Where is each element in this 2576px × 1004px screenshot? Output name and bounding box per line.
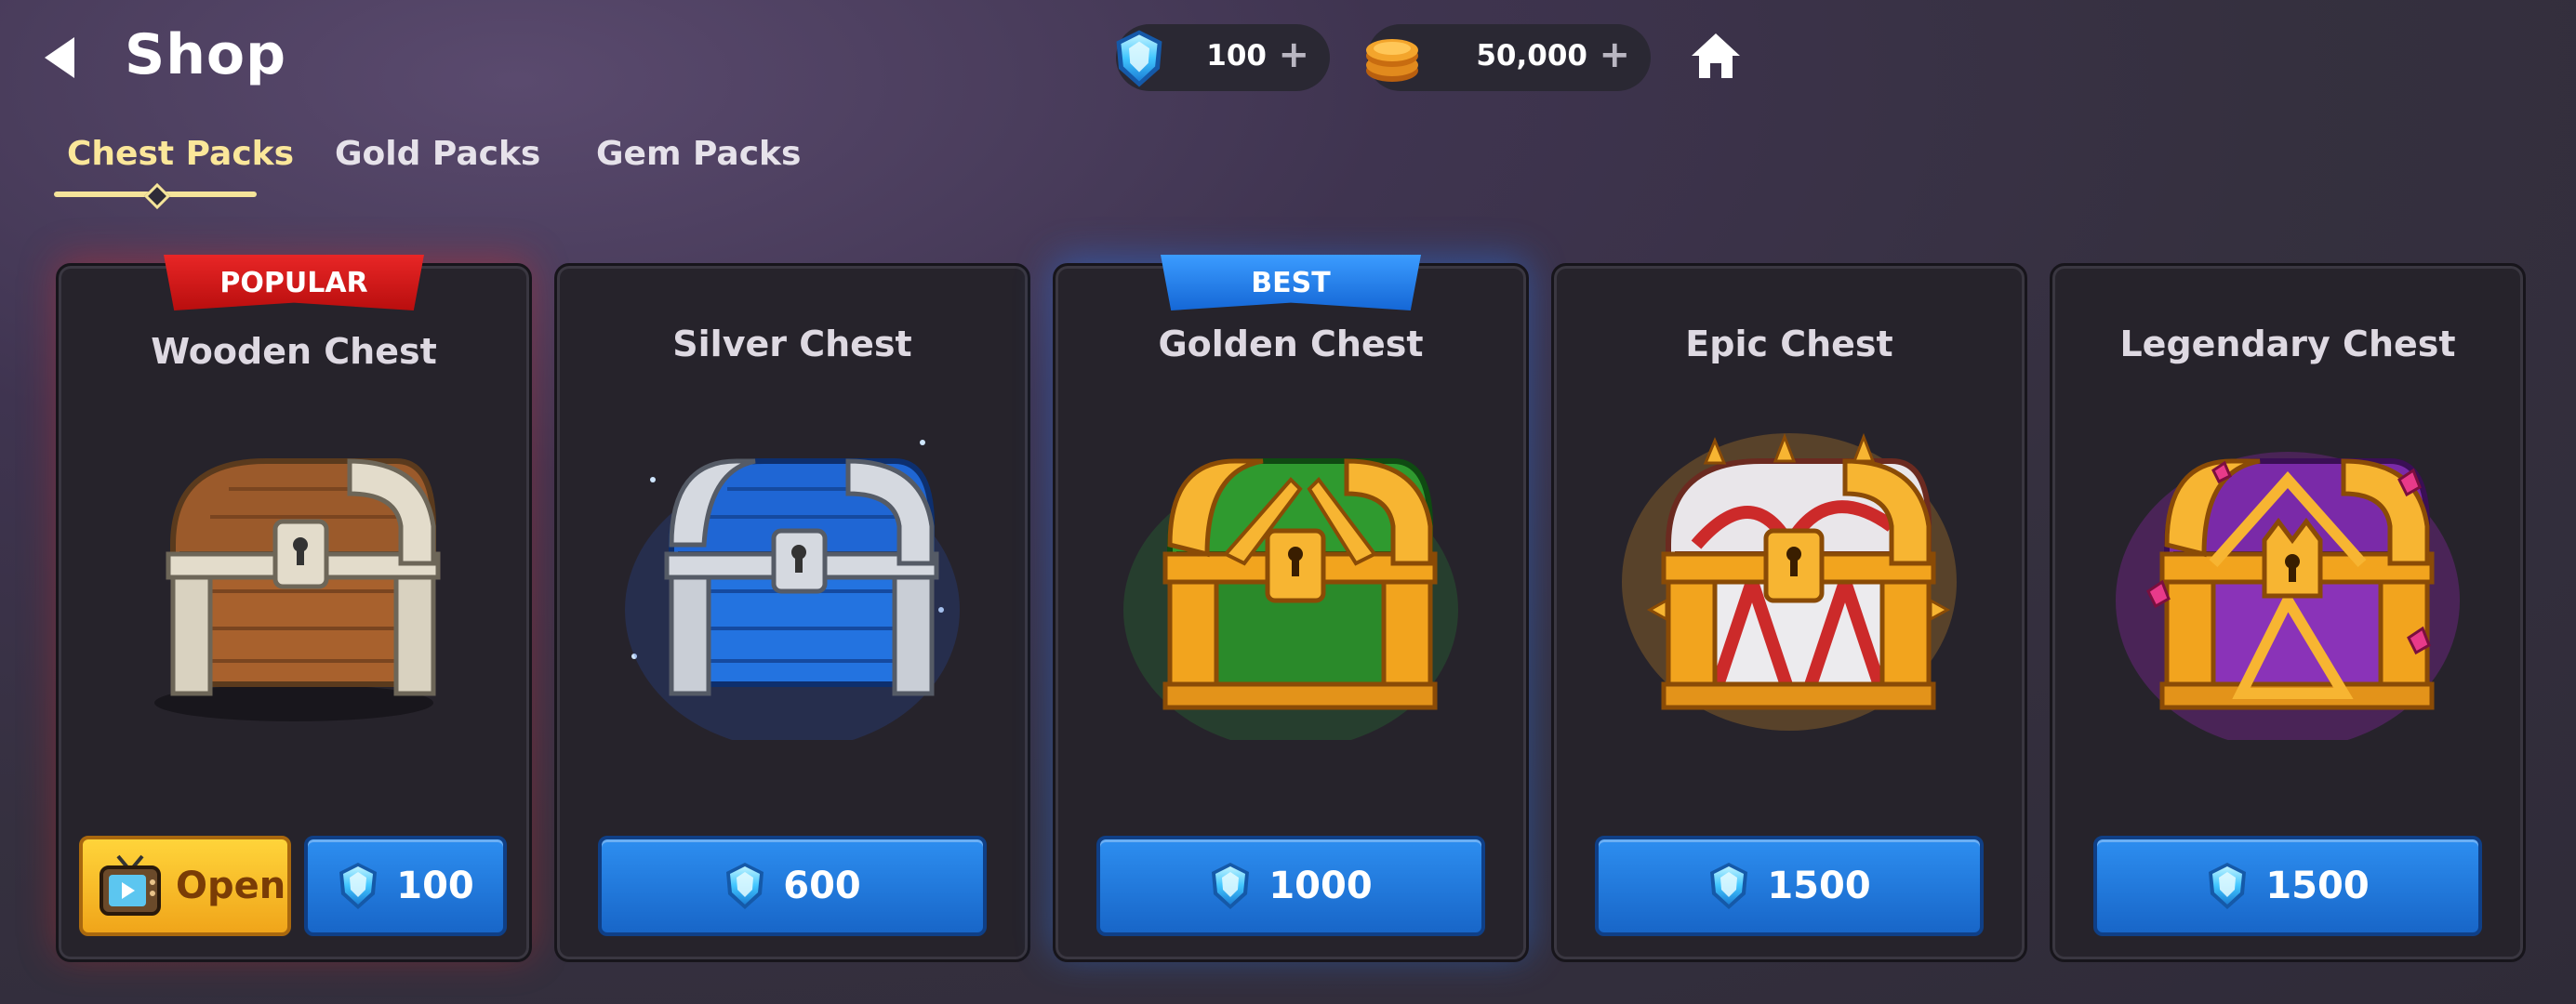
gold-amount: 50,000 — [1476, 39, 1587, 73]
buy-button-legendary[interactable]: 1500 — [2093, 836, 2482, 936]
gem-icon — [337, 861, 379, 911]
wooden-chest-icon — [154, 458, 441, 721]
gem-amount: 100 — [1206, 39, 1267, 73]
best-ribbon: BEST — [1161, 255, 1421, 310]
chest-card-legendary[interactable]: Legendary Chest 1500 — [2050, 263, 2526, 962]
gem-icon — [2206, 861, 2249, 911]
price: 1000 — [1268, 865, 1373, 907]
chest-card-silver[interactable]: Silver Chest 600 — [554, 263, 1030, 962]
top-bar: Shop 100 + 50,000 + — [0, 0, 2576, 121]
buy-button-silver[interactable]: 600 — [598, 836, 987, 936]
price: 1500 — [2265, 865, 2370, 907]
add-gems-button[interactable]: + — [1278, 33, 1309, 76]
active-tab-diamond — [143, 182, 171, 210]
price: 600 — [783, 865, 861, 907]
chest-name: Wooden Chest — [151, 331, 437, 372]
chest-name: Golden Chest — [1158, 324, 1424, 364]
page-title: Shop — [125, 22, 287, 87]
gem-icon — [1209, 861, 1252, 911]
chest-name: Silver Chest — [672, 324, 912, 364]
chest-name: Legendary Chest — [2119, 324, 2456, 364]
gem-icon — [724, 861, 766, 911]
chest-card-epic[interactable]: Epic Chest 1500 — [1551, 263, 2027, 962]
tab-gem-packs[interactable]: Gem Packs — [596, 135, 801, 173]
buy-button-epic[interactable]: 1500 — [1595, 836, 1984, 936]
tv-ad-icon — [100, 854, 161, 916]
chest-name: Epic Chest — [1685, 324, 1893, 364]
tab-chest-packs[interactable]: Chest Packs — [67, 135, 294, 173]
buy-button-wooden[interactable]: 100 — [304, 836, 507, 936]
back-arrow-icon[interactable] — [37, 33, 84, 82]
epic-chest-icon — [1622, 432, 1957, 731]
home-icon[interactable] — [1688, 28, 1744, 84]
tab-gold-packs[interactable]: Gold Packs — [335, 135, 540, 173]
buy-button-golden[interactable]: 1000 — [1096, 836, 1485, 936]
gold-coin-icon — [1366, 39, 1418, 82]
open-with-ad-button[interactable]: Open — [79, 836, 291, 936]
golden-chest-icon — [1123, 458, 1458, 740]
chest-card-golden[interactable]: BEST Golden Chest 1000 — [1053, 255, 1529, 962]
price: 1500 — [1767, 865, 1871, 907]
gem-balance: 100 + — [1116, 24, 1330, 91]
legendary-chest-icon — [2116, 452, 2460, 740]
silver-chest-icon — [625, 440, 960, 740]
chest-card-wooden[interactable]: POPULAR Wooden Chest Open 100 — [56, 255, 532, 962]
popular-ribbon: POPULAR — [164, 255, 424, 310]
price: 100 — [396, 865, 474, 907]
gem-icon — [1707, 861, 1750, 911]
gem-icon — [1112, 28, 1166, 89]
open-label: Open — [176, 865, 286, 907]
gold-balance: 50,000 + — [1366, 24, 1651, 91]
add-gold-button[interactable]: + — [1599, 33, 1630, 76]
